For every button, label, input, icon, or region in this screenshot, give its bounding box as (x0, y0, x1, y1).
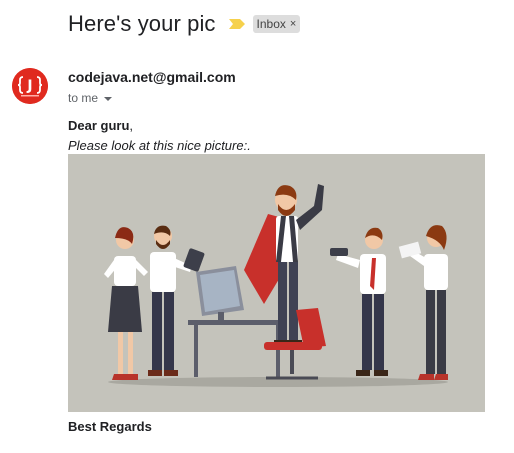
signature-line: Best Regards (68, 419, 152, 434)
email-body-line: Please look at this nice picture:. (68, 138, 251, 153)
avatar-letter: J (26, 78, 32, 94)
greeting-name: Dear guru (68, 118, 130, 133)
inbox-label-chip[interactable]: Inbox × (252, 15, 301, 33)
subject-row: Here's your pic Inbox × (68, 11, 301, 37)
sender-address[interactable]: codejava.net@gmail.com (68, 69, 236, 85)
greeting-punct: , (129, 118, 134, 133)
office-team-illustration (68, 154, 485, 412)
important-marker-icon[interactable] (228, 19, 245, 29)
recipient-details-toggle[interactable]: to me (68, 91, 113, 105)
attached-picture[interactable] (68, 154, 485, 412)
codejava-logo-icon: J (12, 68, 48, 104)
label-text: Inbox (256, 17, 286, 31)
chevron-down-icon[interactable] (104, 96, 113, 101)
remove-label-icon[interactable]: × (290, 18, 296, 30)
avatar[interactable]: J (12, 68, 48, 104)
email-subject: Here's your pic (68, 11, 216, 36)
to-me-label: to me (68, 91, 99, 105)
greeting-line: Dear guru, (68, 118, 133, 133)
